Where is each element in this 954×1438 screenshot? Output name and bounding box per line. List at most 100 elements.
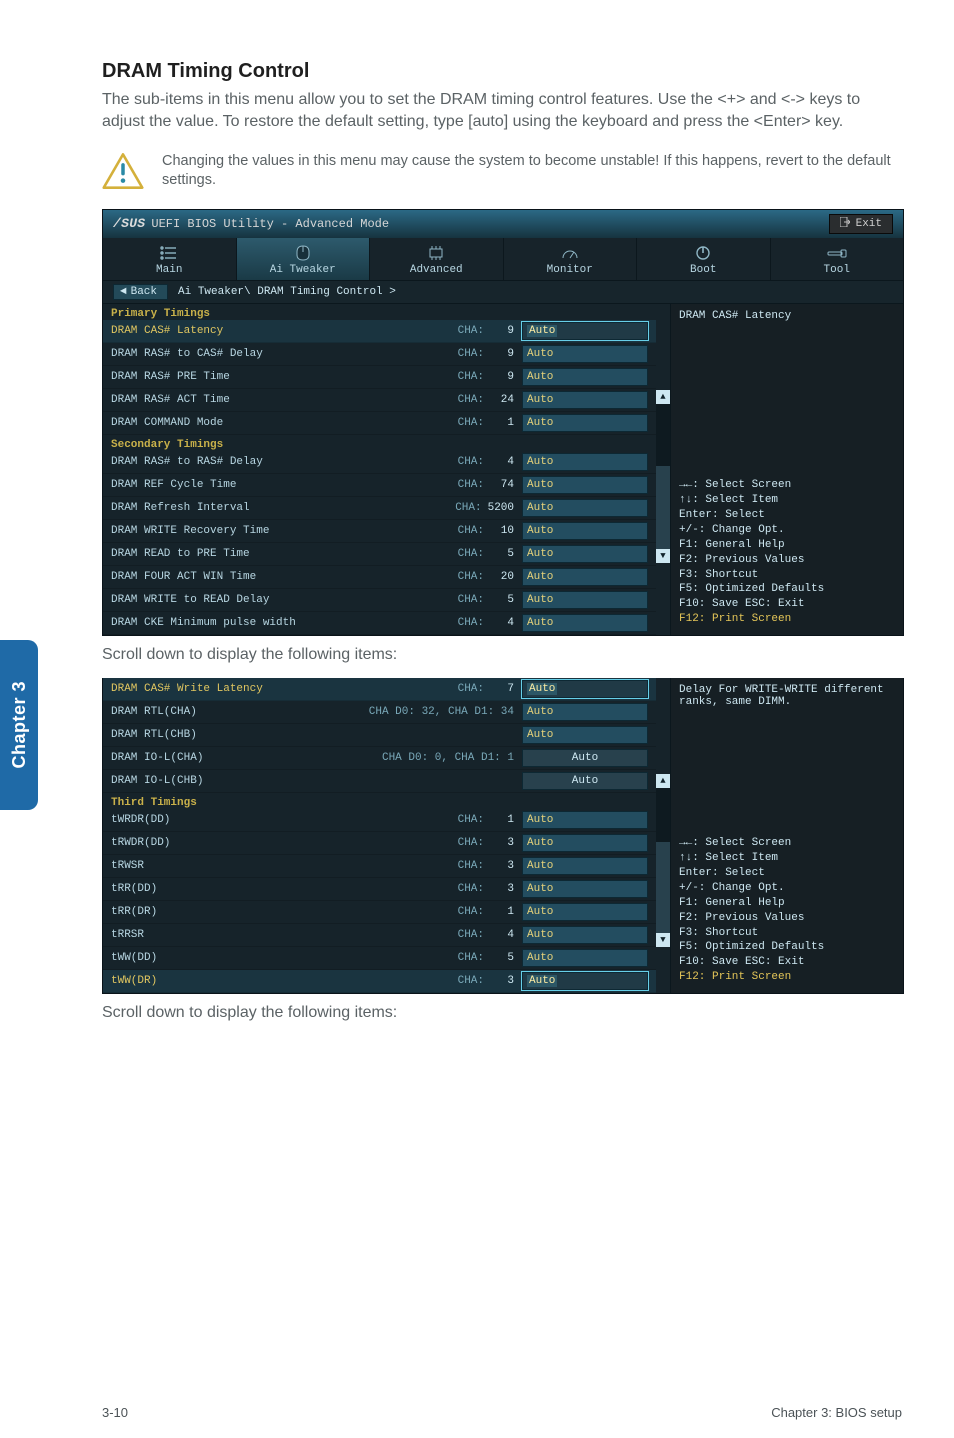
setting-row-rd2pre[interactable]: DRAM READ to PRE TimeCHA:5Auto [103,543,656,566]
scroll-thumb[interactable] [656,404,670,466]
tab-advanced-label: Advanced [410,264,463,276]
value-text: Auto [527,325,557,337]
setting-row-rtlcha[interactable]: DRAM RTL(CHA)CHA D0: 32, CHA D1: 34Auto [103,701,656,724]
value-field[interactable]: Auto [522,322,648,340]
tab-ai-tweaker[interactable]: Ai Tweaker [237,238,371,280]
cha-value: 24 [490,394,514,406]
value-field[interactable]: Auto [522,476,648,494]
setting-row-trwdrdd[interactable]: tRWDR(DD)CHA:3Auto [103,832,656,855]
value-field[interactable]: Auto [522,834,648,852]
setting-row-trrsr[interactable]: tRRSRCHA:4Auto [103,924,656,947]
value-field[interactable]: Auto [522,545,648,563]
tab-boot[interactable]: Boot [637,238,771,280]
value-field[interactable]: Auto [522,749,648,767]
cha-label: CHA: [424,479,484,491]
value-text: Auto [572,752,598,764]
value-field[interactable]: Auto [522,726,648,744]
scroll-up-button[interactable]: ▲ [656,390,670,404]
value-field[interactable]: Auto [522,522,648,540]
value-field[interactable]: Auto [522,772,648,790]
value-field[interactable]: Auto [522,857,648,875]
setting-row-iolchb[interactable]: DRAM IO-L(CHB)Auto [103,770,656,793]
setting-name: DRAM FOUR ACT WIN Time [111,571,410,583]
value-field[interactable]: Auto [522,345,648,363]
setting-row-rtlchb[interactable]: DRAM RTL(CHB)Auto [103,724,656,747]
tab-main[interactable]: Main [103,238,237,280]
chapter-side-tab: Chapter 3 [0,640,38,810]
setting-row-wrrec[interactable]: DRAM WRITE Recovery TimeCHA:10Auto [103,520,656,543]
value-field[interactable]: Auto [522,703,648,721]
setting-row-caswl[interactable]: DRAM CAS# Write LatencyCHA:7Auto [103,678,656,701]
value-field[interactable]: Auto [522,591,648,609]
value-field[interactable]: Auto [522,453,648,471]
cha-value: 4 [490,929,514,941]
setting-name: DRAM Refresh Interval [111,502,410,514]
cha-label: CHA: [424,456,484,468]
scroll-down-button[interactable]: ▼ [656,549,670,563]
tab-advanced[interactable]: Advanced [370,238,504,280]
setting-row-raspre[interactable]: DRAM RAS# PRE TimeCHA:9Auto [103,366,656,389]
help-line: →←: Select Screen [679,478,895,493]
tab-monitor[interactable]: Monitor [504,238,638,280]
cha-value: 3 [490,975,514,987]
setting-name: DRAM RAS# PRE Time [111,371,410,383]
setting-row-wr2rd[interactable]: DRAM WRITE to READ DelayCHA:5Auto [103,589,656,612]
value-field[interactable]: Auto [522,568,648,586]
value-field[interactable]: Auto [522,949,648,967]
scroll-down-button[interactable]: ▼ [656,933,670,947]
cha-label: CHA: [424,952,484,964]
exit-button[interactable]: Exit [829,214,893,234]
value-field[interactable]: Auto [522,680,648,698]
setting-row-cmd[interactable]: DRAM COMMAND ModeCHA:1Auto [103,412,656,435]
scroll-up-button[interactable]: ▲ [656,774,670,788]
setting-row-ras2cas[interactable]: DRAM RAS# to CAS# DelayCHA:9Auto [103,343,656,366]
value-field[interactable]: Auto [522,811,648,829]
setting-row-cke[interactable]: DRAM CKE Minimum pulse widthCHA:4Auto [103,612,656,635]
value-field[interactable]: Auto [522,972,648,990]
value-field[interactable]: Auto [522,614,648,632]
setting-row-trrdr[interactable]: tRR(DR)CHA:1Auto [103,901,656,924]
setting-row-cas[interactable]: DRAM CAS# LatencyCHA:9Auto [103,320,656,343]
value-field[interactable]: Auto [522,880,648,898]
asus-logo-text: /SUS [113,216,145,231]
setting-row-faw[interactable]: DRAM FOUR ACT WIN TimeCHA:20Auto [103,566,656,589]
value-field[interactable]: Auto [522,414,648,432]
setting-row-rasact[interactable]: DRAM RAS# ACT TimeCHA:24Auto [103,389,656,412]
help-line: F3: Shortcut [679,568,895,583]
bios-titlebar: /SUS UEFI BIOS Utility - Advanced Mode E… [103,210,903,238]
setting-name: DRAM REF Cycle Time [111,479,410,491]
setting-row-twwdd[interactable]: tWW(DD)CHA:5Auto [103,947,656,970]
value-field[interactable]: Auto [522,903,648,921]
setting-row-ref[interactable]: DRAM REF Cycle TimeCHA:74Auto [103,474,656,497]
setting-row-trrdd[interactable]: tRR(DD)CHA:3Auto [103,878,656,901]
help-line: F10: Save ESC: Exit [679,597,895,612]
power-icon [695,244,711,262]
cha-value: 3 [490,837,514,849]
scroll-thumb[interactable] [656,788,670,842]
cha-value: 20 [490,571,514,583]
back-button[interactable]: ◄ Back [113,284,168,300]
value-field[interactable]: Auto [522,368,648,386]
setting-row-ras2ras[interactable]: DRAM RAS# to RAS# DelayCHA:4Auto [103,451,656,474]
bios-title-text: UEFI BIOS Utility - Advanced Mode [151,217,389,231]
setting-row-trwsr[interactable]: tRWSRCHA:3Auto [103,855,656,878]
cha-label: CHA: [424,683,484,695]
setting-row-iolcha[interactable]: DRAM IO-L(CHA)CHA D0: 0, CHA D1: 1Auto [103,747,656,770]
help-line: +/-: Change Opt. [679,523,895,538]
value-field[interactable]: Auto [522,499,648,517]
cha-value: 3 [490,860,514,872]
setting-row-refi[interactable]: DRAM Refresh IntervalCHA:5200Auto [103,497,656,520]
value-text: Auto [527,525,553,537]
bios-window-1: /SUS UEFI BIOS Utility - Advanced Mode E… [102,209,904,636]
cha-label: CHA: [424,860,484,872]
value-field[interactable]: Auto [522,391,648,409]
help-line: Enter: Select [679,508,895,523]
cha-label: CHA: [422,502,482,514]
setting-row-twwdr[interactable]: tWW(DR)CHA:3Auto [103,970,656,993]
value-text: Auto [527,479,553,491]
value-text: Auto [527,456,553,468]
tab-tool[interactable]: Tool [771,238,904,280]
value-field[interactable]: Auto [522,926,648,944]
help-line: Enter: Select [679,866,895,881]
setting-row-twrdrdd[interactable]: tWRDR(DD)CHA:1Auto [103,809,656,832]
